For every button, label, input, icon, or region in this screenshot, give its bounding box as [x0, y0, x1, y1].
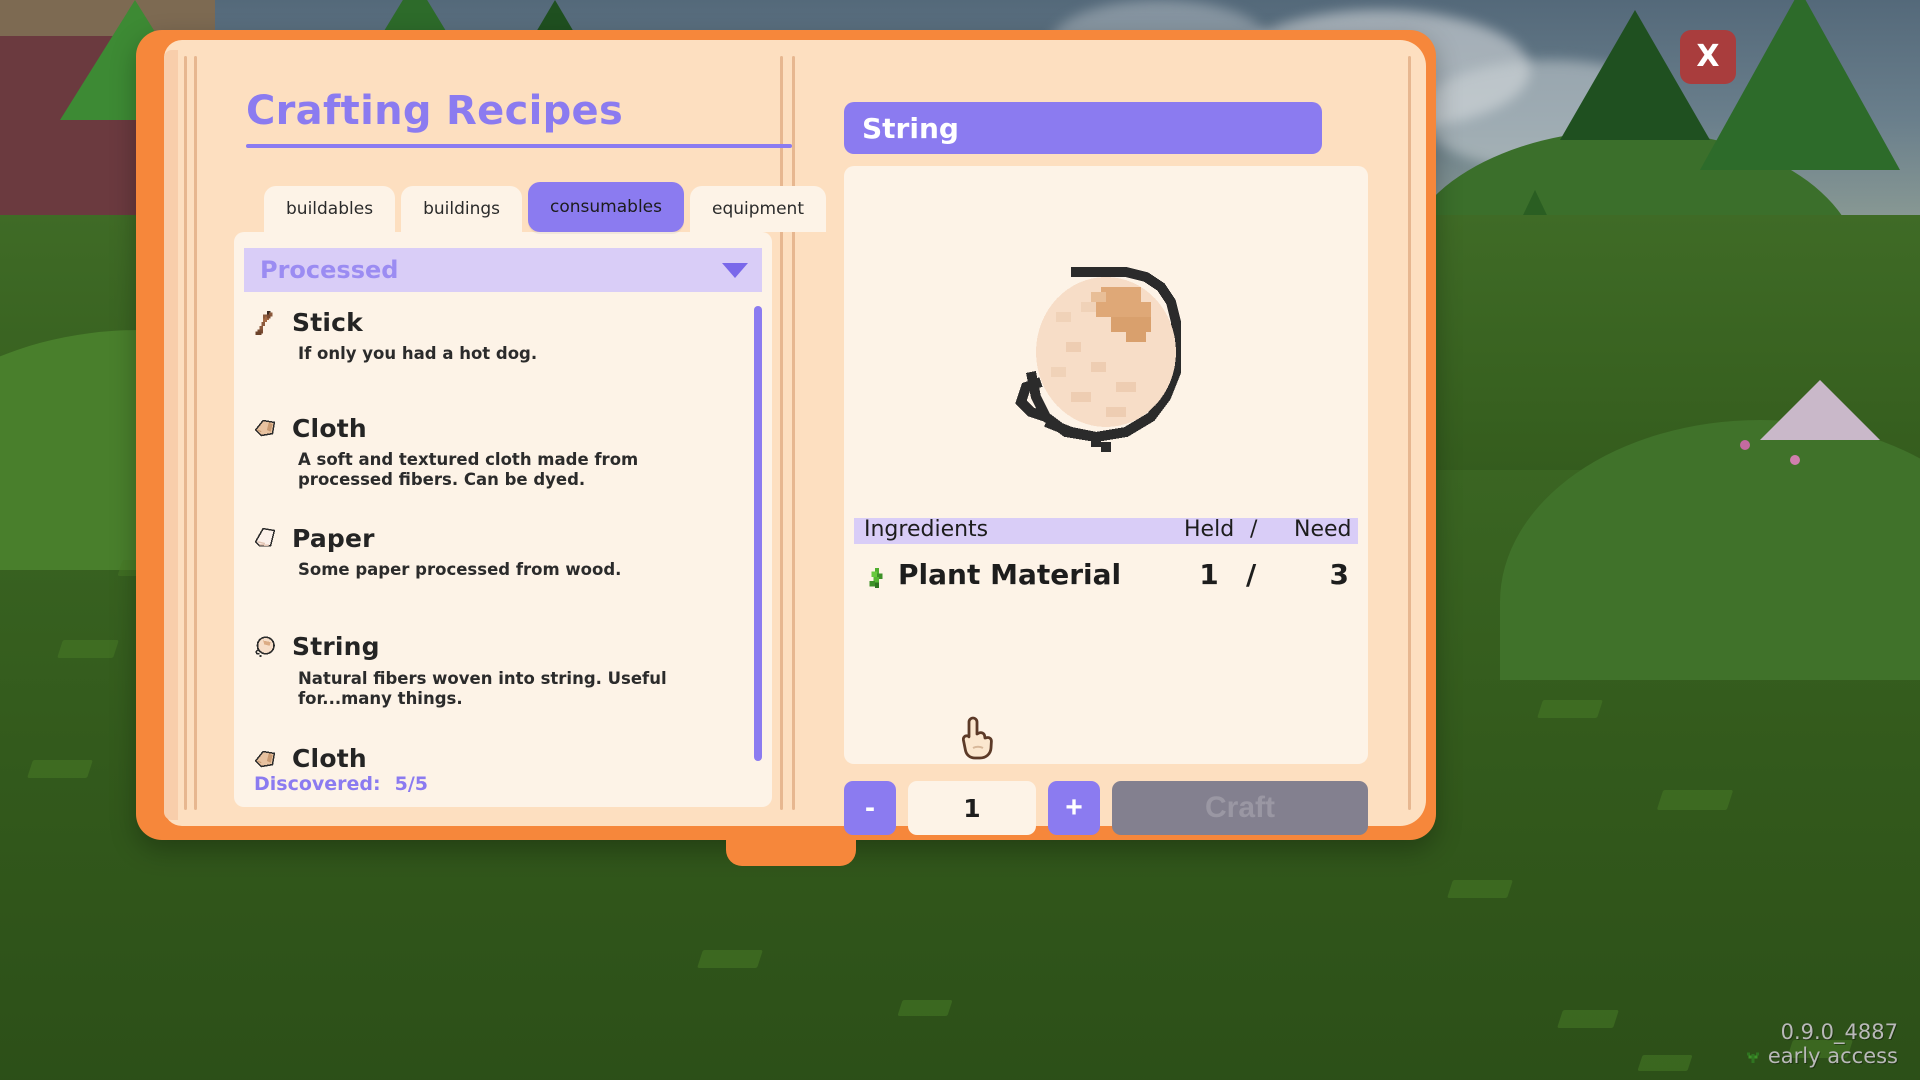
- tree: [1700, 0, 1900, 170]
- list-item[interactable]: String Natural fibers woven into string.…: [244, 627, 772, 709]
- string-ball-sprite: [1006, 262, 1206, 452]
- right-page: String Ingredients Held / Need Plant Mat…: [824, 58, 1402, 835]
- list-item[interactable]: Paper Some paper processed from wood.: [244, 518, 772, 580]
- discovered-counter: Discovered: 5/5: [254, 773, 428, 795]
- discovered-value: 5/5: [394, 773, 429, 795]
- string-icon: [250, 632, 280, 662]
- recipe-name: Paper: [292, 523, 375, 553]
- ingredient-held: 1: [1199, 558, 1219, 591]
- spine-line: [184, 56, 187, 810]
- book-pages: Crafting Recipes buildables buildings co…: [164, 40, 1426, 835]
- craft-button[interactable]: Craft: [1112, 781, 1368, 835]
- grass-blade: [27, 760, 93, 778]
- chevron-down-icon: [722, 262, 748, 278]
- flower: [1790, 455, 1800, 465]
- recipe-name: Cloth: [292, 744, 367, 772]
- book-bottom-tab: [726, 836, 856, 866]
- page-edge: [164, 50, 178, 820]
- pointing-hand-cursor: [957, 716, 997, 762]
- quantity-increment-button[interactable]: +: [1048, 781, 1100, 835]
- ingredient-separator: /: [1246, 558, 1257, 591]
- cloth-icon: [250, 744, 280, 772]
- ingredient-need: 3: [1329, 558, 1349, 591]
- recipe-description: A soft and textured cloth made from proc…: [298, 450, 639, 490]
- column-header-ingredients: Ingredients: [864, 517, 989, 542]
- tab-label: consumables: [550, 197, 662, 217]
- plant-material-icon: [866, 566, 888, 590]
- recipe-name: String: [292, 632, 380, 661]
- flower: [1740, 440, 1750, 450]
- grass-blade: [1447, 880, 1513, 898]
- close-button[interactable]: X: [1680, 30, 1736, 84]
- recipe-description: Some paper processed from wood.: [298, 560, 622, 580]
- grass-blade: [697, 950, 763, 968]
- list-item[interactable]: Cloth A soft and textured cloth made fro…: [244, 739, 772, 772]
- recipe-list[interactable]: Stick If only you had a hot dog. Cloth A…: [234, 302, 772, 772]
- grass-blade: [1557, 1010, 1619, 1028]
- category-tabs: buildables buildings consumables equipme…: [264, 182, 826, 232]
- tab-buildings[interactable]: buildings: [401, 186, 523, 232]
- sprout-icon: [1744, 1047, 1762, 1065]
- grass-blade: [897, 1000, 953, 1016]
- tab-label: buildings: [423, 199, 501, 219]
- grass-blade: [57, 640, 119, 658]
- column-header-need: Need: [1294, 517, 1352, 542]
- grass-blade: [1637, 1055, 1693, 1071]
- column-header-held: Held: [1184, 517, 1235, 542]
- version-info: 0.9.0_4887 early access: [1744, 1020, 1898, 1068]
- grass-blade: [1656, 790, 1734, 810]
- tab-consumables[interactable]: consumables: [528, 182, 684, 232]
- version-number: 0.9.0_4887: [1780, 1019, 1898, 1044]
- quantity-decrement-button[interactable]: -: [844, 781, 896, 835]
- paper-icon: [250, 523, 280, 553]
- recipe-description: Natural fibers woven into string. Useful…: [298, 668, 667, 708]
- close-icon: X: [1696, 39, 1720, 74]
- craft-controls: - 1 + Craft: [844, 780, 1368, 836]
- list-item[interactable]: Cloth A soft and textured cloth made fro…: [244, 408, 772, 490]
- category-value: Processed: [260, 256, 399, 284]
- spine-line: [1408, 56, 1411, 810]
- table-row: Plant Material 1 / 3: [854, 558, 1358, 598]
- selected-item-title-bar: String: [844, 102, 1322, 154]
- item-detail-panel: Ingredients Held / Need Plant Material 1…: [844, 166, 1368, 764]
- left-page: Crafting Recipes buildables buildings co…: [206, 58, 826, 828]
- crafting-book: Crafting Recipes buildables buildings co…: [136, 30, 1436, 866]
- selected-item-name: String: [862, 111, 959, 145]
- category-dropdown[interactable]: Processed: [244, 248, 762, 292]
- title-underline: [246, 144, 792, 148]
- build-channel: early access: [1767, 1043, 1898, 1068]
- quantity-input[interactable]: 1: [908, 781, 1036, 835]
- recipe-description: If only you had a hot dog.: [298, 344, 538, 363]
- list-scrollbar[interactable]: [754, 306, 762, 761]
- grass-blade: [1537, 700, 1603, 718]
- page-title: Crafting Recipes: [246, 88, 624, 134]
- column-header-separator: /: [1250, 517, 1258, 542]
- discovered-label: Discovered:: [254, 773, 381, 795]
- tab-label: equipment: [711, 199, 804, 219]
- game-screen: Crafting Recipes buildables buildings co…: [0, 0, 1920, 1080]
- recipe-list-panel: Processed Stick If only you had a hot do…: [234, 232, 772, 807]
- recipe-name: Cloth: [292, 413, 367, 443]
- spine-line: [194, 56, 197, 810]
- tab-buildables[interactable]: buildables: [264, 186, 396, 232]
- cloth-icon: [250, 413, 280, 443]
- stick-icon: [250, 307, 280, 337]
- ingredient-name: Plant Material: [898, 558, 1122, 591]
- tab-label: buildables: [286, 199, 374, 219]
- ingredients-table-header: Ingredients Held / Need: [854, 517, 1358, 544]
- list-item[interactable]: Stick If only you had a hot dog.: [244, 302, 772, 364]
- tab-equipment[interactable]: equipment: [689, 186, 826, 232]
- recipe-name: Stick: [292, 307, 363, 337]
